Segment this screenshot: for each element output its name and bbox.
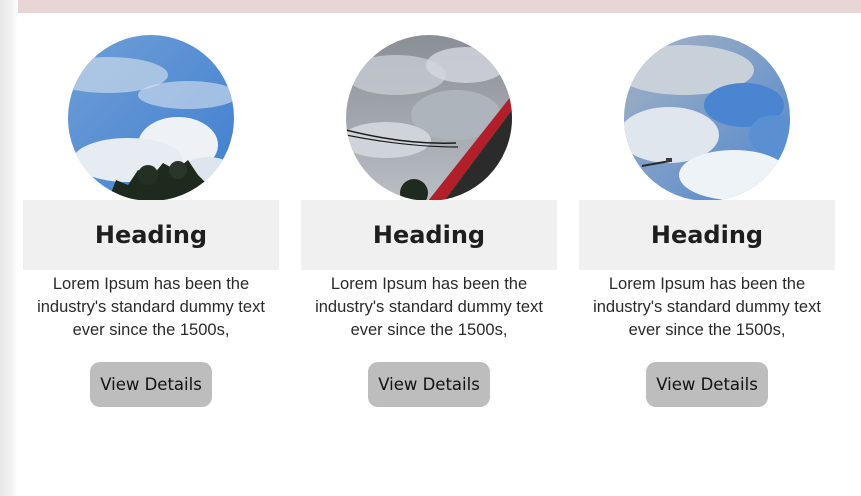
view-details-button[interactable]: View Details [646, 362, 768, 407]
page-content: Heading Lorem Ipsum has been the industr… [18, 13, 861, 496]
top-bar [18, 0, 861, 13]
sky-photo-icon [624, 35, 790, 201]
card-description: Lorem Ipsum has been the industry's stan… [37, 275, 265, 339]
card-heading: Heading [650, 221, 764, 249]
heading-box: Heading [579, 200, 835, 270]
sky-photo-icon [346, 35, 512, 201]
page-left-shadow [0, 0, 18, 496]
view-details-button[interactable]: View Details [368, 362, 490, 407]
card-description: Lorem Ipsum has been the industry's stan… [593, 275, 821, 339]
view-details-button[interactable]: View Details [90, 362, 212, 407]
card: Heading Lorem Ipsum has been the industr… [579, 35, 835, 407]
heading-box: Heading [301, 200, 557, 270]
sky-photo-icon [68, 35, 234, 201]
card-heading: Heading [372, 221, 486, 249]
card-description: Lorem Ipsum has been the industry's stan… [315, 275, 543, 339]
card: Heading Lorem Ipsum has been the industr… [301, 35, 557, 407]
card: Heading Lorem Ipsum has been the industr… [23, 35, 279, 407]
heading-box: Heading [23, 200, 279, 270]
card-heading: Heading [94, 221, 208, 249]
card-list: Heading Lorem Ipsum has been the industr… [23, 35, 835, 407]
